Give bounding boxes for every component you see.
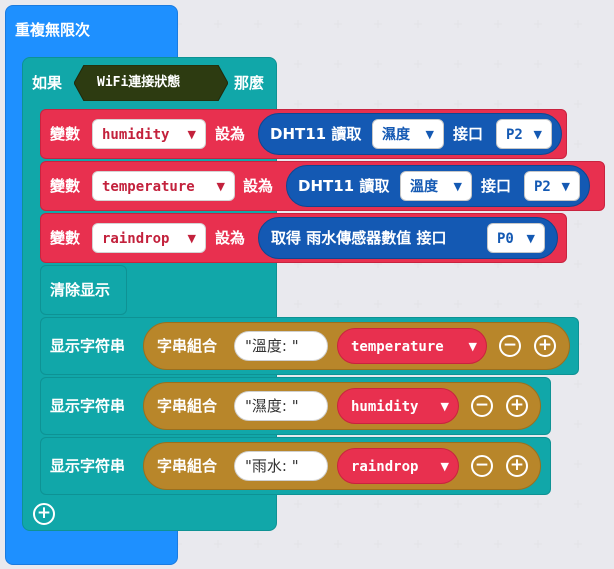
to-label: 設為	[243, 177, 274, 195]
port-value: P2	[534, 179, 551, 195]
plus-circle-icon[interactable]: +	[506, 395, 528, 417]
variable-name: raindrop	[351, 459, 419, 475]
plus-circle-icon[interactable]: +	[534, 335, 556, 357]
to-label: 設為	[215, 125, 246, 143]
minus-circle-icon[interactable]: −	[499, 335, 521, 357]
variable-dropdown-temperature[interactable]: temperature ▼	[92, 171, 235, 201]
set-label: 變數	[50, 125, 81, 143]
minus-circle-icon[interactable]: −	[471, 395, 493, 417]
caret-down-icon: ▼	[533, 128, 542, 141]
variable-name: temperature	[351, 339, 444, 355]
variable-name: humidity	[102, 127, 170, 143]
dht11-read-label: DHT11 讀取	[270, 125, 362, 143]
variable-name: humidity	[351, 399, 419, 415]
wifi-condition-label: WiFi連接狀態	[97, 75, 181, 90]
variable-dropdown-humidity[interactable]: humidity ▼	[92, 119, 206, 149]
if-label: 如果	[32, 74, 63, 92]
caret-down-icon: ▼	[216, 180, 225, 193]
text-input[interactable]: "濕度: "	[234, 391, 328, 421]
caret-down-icon: ▼	[453, 180, 462, 193]
port-dropdown[interactable]: P2 ▼	[524, 171, 580, 201]
caret-down-icon: ▼	[561, 180, 570, 193]
caret-down-icon: ▼	[187, 232, 196, 245]
show-string-label: 显示字符串	[50, 337, 126, 355]
text-input[interactable]: "雨水: "	[234, 451, 328, 481]
port-value: P0	[497, 231, 514, 247]
caret-down-icon: ▼	[440, 400, 449, 413]
variable-reporter-humidity[interactable]: humidity ▼	[337, 388, 459, 424]
join-label: 字串組合	[157, 397, 218, 415]
variable-reporter-temperature[interactable]: temperature ▼	[337, 328, 487, 364]
clear-display-label: 清除显示	[50, 281, 111, 299]
plus-circle-icon[interactable]: +	[33, 503, 55, 525]
caret-down-icon: ▼	[526, 232, 535, 245]
forever-loop-label: 重複無限次	[15, 21, 91, 39]
caret-down-icon: ▼	[425, 128, 434, 141]
variable-dropdown-raindrop[interactable]: raindrop ▼	[92, 223, 206, 253]
show-string-label: 显示字符串	[50, 457, 126, 475]
reading-value: 濕度	[382, 127, 410, 143]
then-label: 那麼	[234, 74, 265, 92]
caret-down-icon: ▼	[187, 128, 196, 141]
variable-name: raindrop	[102, 231, 170, 247]
variable-name: temperature	[102, 179, 195, 195]
port-value: P2	[506, 127, 523, 143]
port-label: 接口	[481, 177, 512, 195]
caret-down-icon: ▼	[440, 460, 449, 473]
port-label: 接口	[453, 125, 484, 143]
text-input[interactable]: "溫度: "	[234, 331, 328, 361]
rain-sensor-label: 取得 雨水傳感器數值 接口	[271, 229, 447, 247]
caret-down-icon: ▼	[468, 340, 477, 353]
set-label: 變數	[50, 177, 81, 195]
join-label: 字串組合	[157, 337, 218, 355]
to-label: 設為	[215, 229, 246, 247]
port-dropdown[interactable]: P2 ▼	[496, 119, 552, 149]
dht11-read-label: DHT11 讀取	[298, 177, 390, 195]
show-string-label: 显示字符串	[50, 397, 126, 415]
minus-circle-icon[interactable]: −	[471, 455, 493, 477]
join-label: 字串組合	[157, 457, 218, 475]
variable-reporter-raindrop[interactable]: raindrop ▼	[337, 448, 459, 484]
reading-value: 溫度	[410, 179, 438, 195]
port-dropdown[interactable]: P0 ▼	[487, 223, 545, 253]
reading-dropdown[interactable]: 溫度 ▼	[400, 171, 472, 201]
set-label: 變數	[50, 229, 81, 247]
reading-dropdown[interactable]: 濕度 ▼	[372, 119, 444, 149]
plus-circle-icon[interactable]: +	[506, 455, 528, 477]
